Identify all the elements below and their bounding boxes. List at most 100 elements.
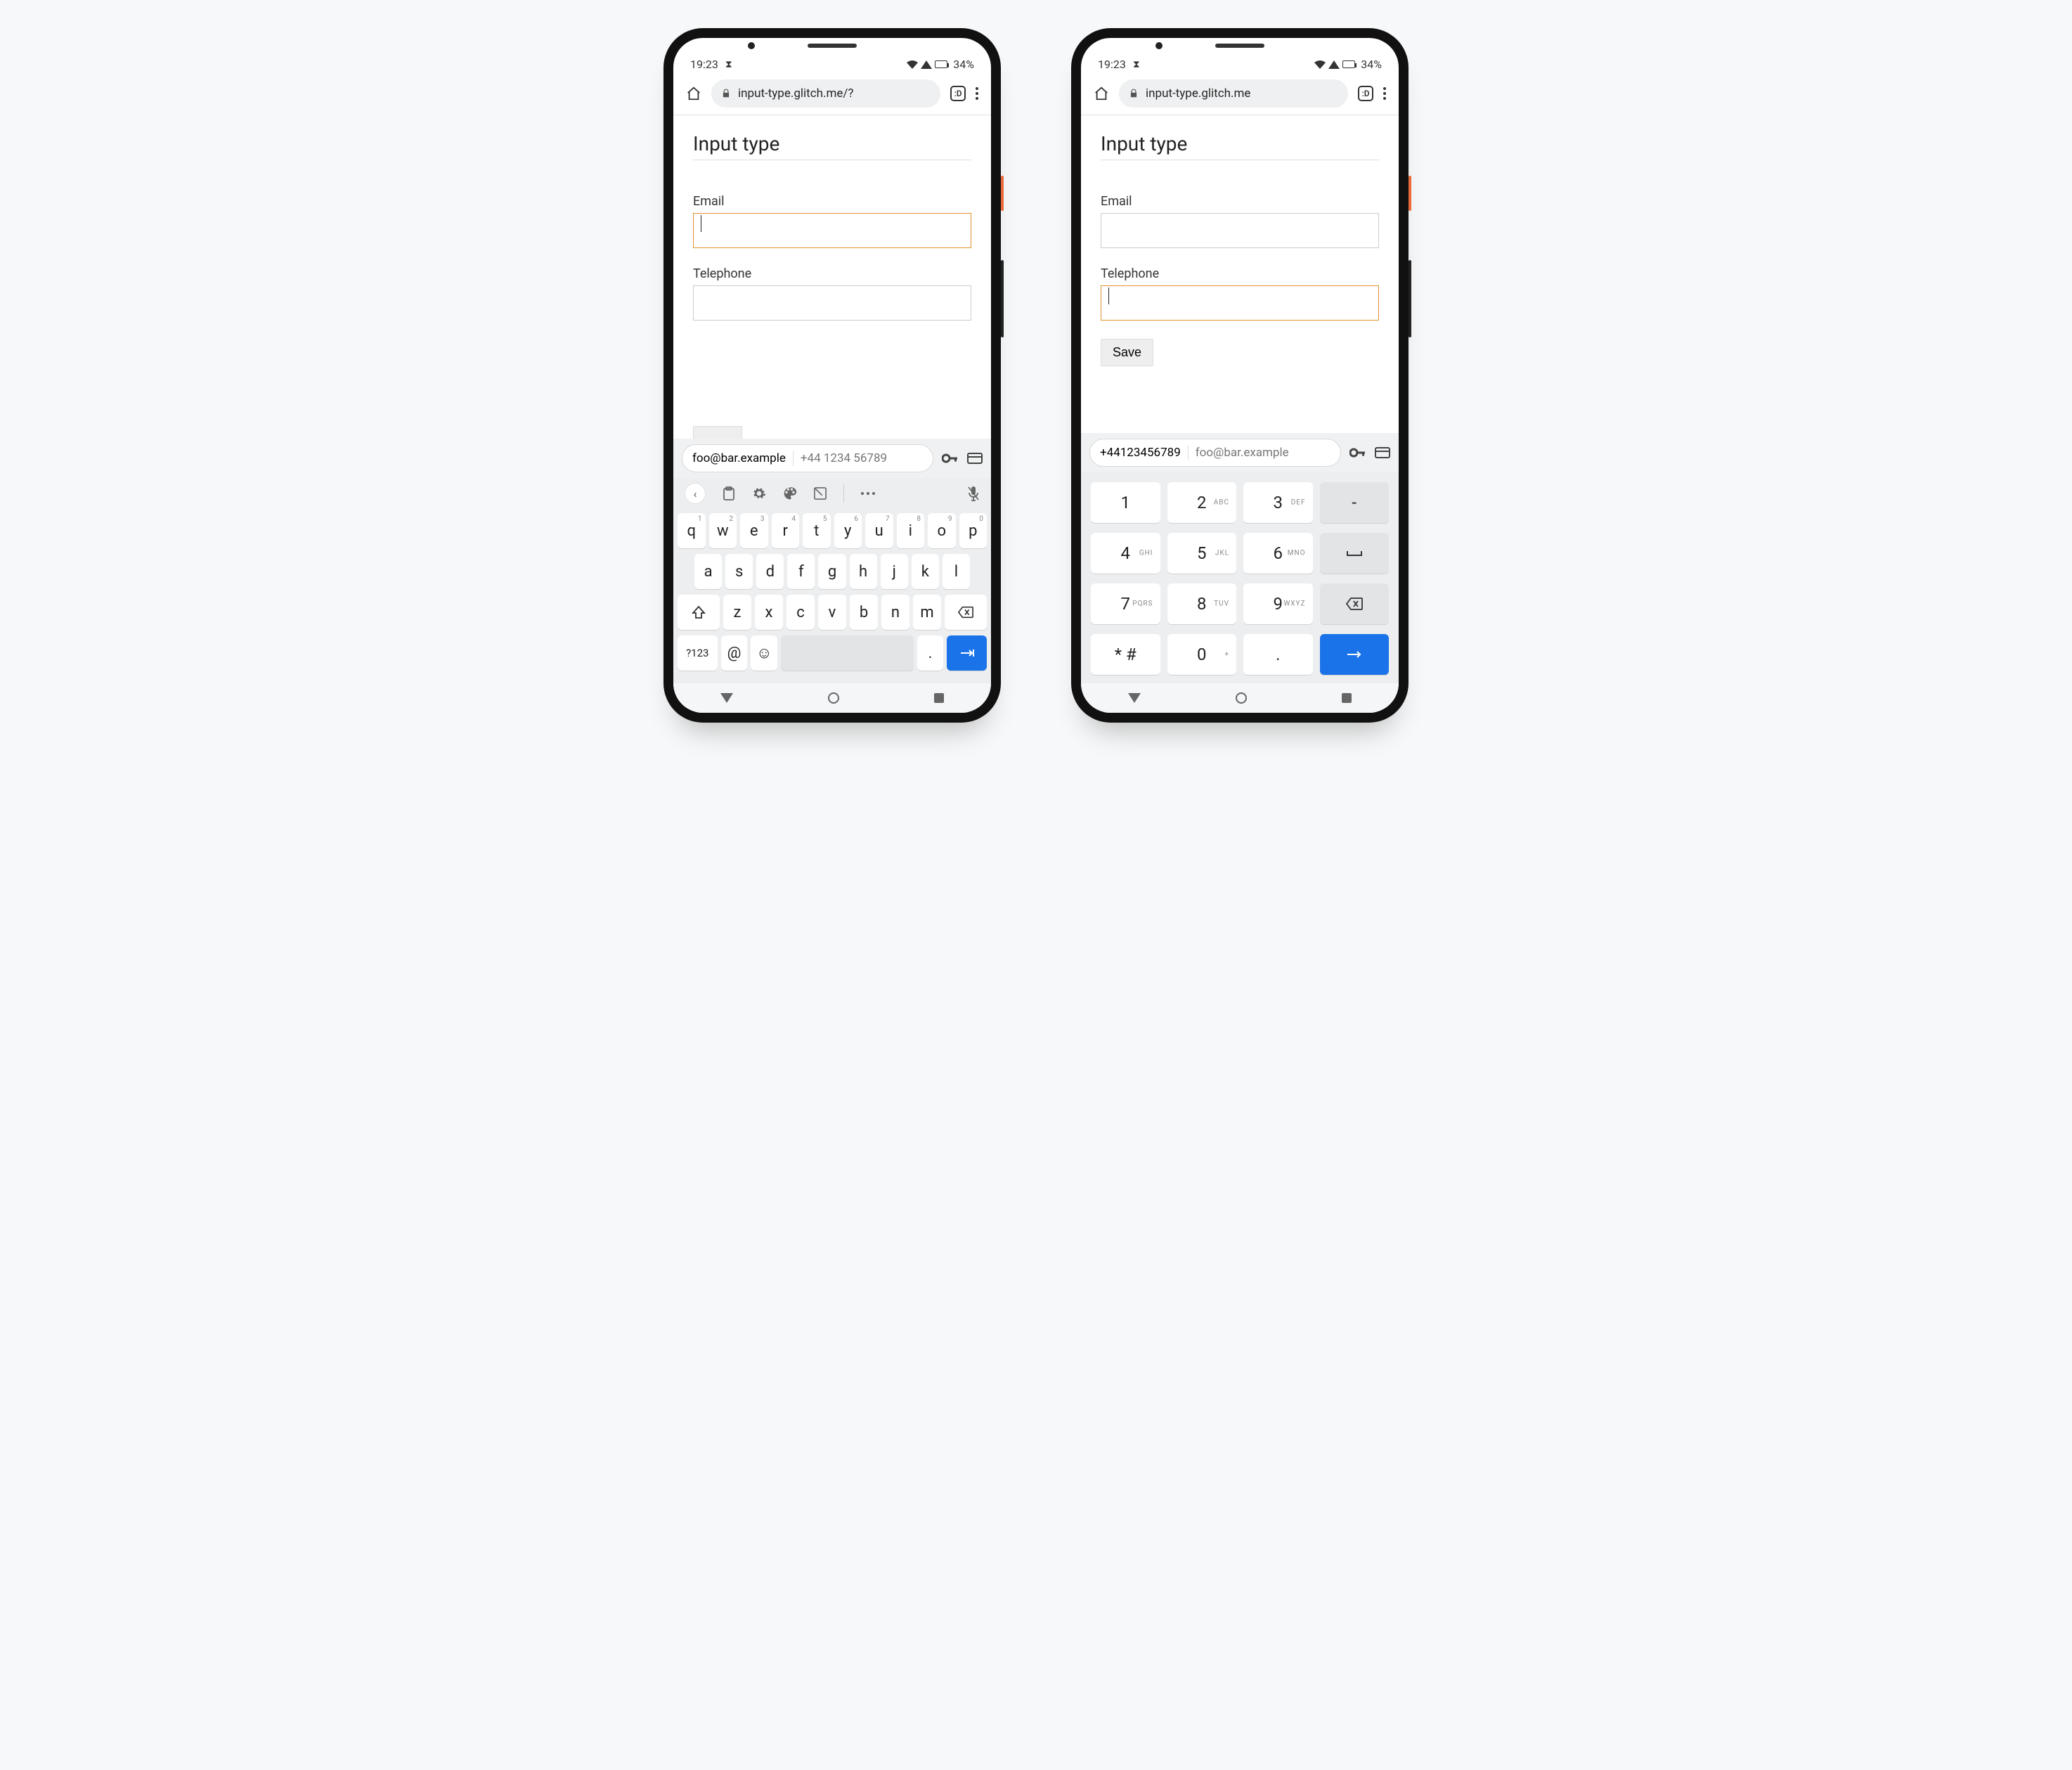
omnibox[interactable]: input-type.glitch.me/? xyxy=(711,79,940,108)
email-label: Email xyxy=(1101,194,1379,209)
status-bar: 19:23 ⧗ 34% xyxy=(673,38,991,75)
keyboard-back-icon[interactable]: ‹ xyxy=(685,483,706,504)
home-icon[interactable] xyxy=(1094,86,1109,101)
enter-key[interactable] xyxy=(1320,634,1390,675)
autofill-secondary: foo@bar.example xyxy=(1196,446,1289,460)
key-n[interactable]: n xyxy=(881,595,909,630)
key-8[interactable]: 8TUV xyxy=(1167,583,1237,624)
hourglass-icon: ⧗ xyxy=(1133,59,1140,70)
save-button[interactable]: Save xyxy=(1101,339,1153,366)
screen: 19:23 ⧗ 34% input- xyxy=(1081,38,1399,713)
period-key[interactable]: . xyxy=(917,635,944,671)
omnibox[interactable]: input-type.glitch.me xyxy=(1119,79,1348,108)
home-icon[interactable] xyxy=(686,86,701,101)
hourglass-icon: ⧗ xyxy=(725,59,732,70)
autofill-suggestion[interactable]: foo@bar.example +44 1234 56789 xyxy=(682,444,933,472)
battery-pct: 34% xyxy=(1361,58,1382,71)
key-o[interactable]: o9 xyxy=(928,513,956,548)
key-q[interactable]: q1 xyxy=(678,513,706,548)
key-9[interactable]: 9WXYZ xyxy=(1243,583,1313,624)
key-0[interactable]: 0+ xyxy=(1167,634,1237,675)
key-l[interactable]: l xyxy=(943,554,970,589)
key-c[interactable]: c xyxy=(786,595,815,630)
key-w[interactable]: w2 xyxy=(709,513,737,548)
key-r[interactable]: r4 xyxy=(772,513,800,548)
key-5[interactable]: 5JKL xyxy=(1167,533,1237,574)
shift-key[interactable] xyxy=(678,595,720,630)
key-f[interactable]: f xyxy=(787,554,815,589)
nav-back-icon[interactable] xyxy=(720,693,733,703)
palette-icon[interactable] xyxy=(783,486,797,500)
key-m[interactable]: m xyxy=(913,595,941,630)
key-7[interactable]: 7PQRS xyxy=(1091,583,1160,624)
key-g[interactable]: g xyxy=(818,554,846,589)
toolbar-separator xyxy=(843,484,844,503)
at-key[interactable]: @ xyxy=(721,635,748,671)
signal-icon xyxy=(1328,60,1340,69)
overflow-menu-icon[interactable] xyxy=(1383,87,1386,100)
gear-icon[interactable] xyxy=(752,486,766,500)
key-* #[interactable]: * # xyxy=(1091,634,1160,675)
tab-switcher-icon[interactable]: :D xyxy=(950,86,966,101)
backspace-key[interactable] xyxy=(1320,583,1390,624)
key-e[interactable]: e3 xyxy=(740,513,768,548)
key-s[interactable]: s xyxy=(725,554,753,589)
key-z[interactable]: z xyxy=(723,595,751,630)
key-row-4: ?123 @ ☺ . xyxy=(678,635,987,671)
symbols-key[interactable]: ?123 xyxy=(678,635,718,671)
payment-card-icon[interactable] xyxy=(967,453,983,464)
key-3[interactable]: 3DEF xyxy=(1243,482,1313,523)
nav-bar xyxy=(673,683,991,713)
mic-off-icon[interactable] xyxy=(967,486,980,501)
key-t[interactable]: t5 xyxy=(803,513,831,548)
overflow-menu-icon[interactable] xyxy=(976,87,978,100)
spacebar-key[interactable] xyxy=(781,635,914,671)
backspace-key[interactable] xyxy=(945,595,987,630)
screen: 19:23 ⧗ 34% input- xyxy=(673,38,991,713)
password-key-icon[interactable] xyxy=(942,453,959,464)
key-y[interactable]: y6 xyxy=(834,513,862,548)
textedit-icon[interactable] xyxy=(814,487,827,500)
key-d[interactable]: d xyxy=(756,554,784,589)
email-field[interactable] xyxy=(693,213,971,248)
telephone-field[interactable] xyxy=(1101,285,1379,321)
nav-recents-icon[interactable] xyxy=(934,693,944,703)
key-1[interactable]: 1 xyxy=(1091,482,1160,523)
nav-recents-icon[interactable] xyxy=(1342,693,1352,703)
key-j[interactable]: j xyxy=(881,554,908,589)
key-u[interactable]: u7 xyxy=(865,513,893,548)
autofill-primary: foo@bar.example xyxy=(692,451,786,465)
page-title: Input type xyxy=(1101,132,1379,160)
emoji-key[interactable]: ☺ xyxy=(751,635,777,671)
key-b[interactable]: b xyxy=(850,595,878,630)
key-4[interactable]: 4GHI xyxy=(1091,533,1160,574)
nav-home-icon[interactable] xyxy=(828,692,839,704)
payment-card-icon[interactable] xyxy=(1375,447,1390,458)
nav-back-icon[interactable] xyxy=(1128,693,1141,703)
autofill-suggestion[interactable]: +44123456789 foo@bar.example xyxy=(1089,439,1341,467)
key-k[interactable]: k xyxy=(912,554,939,589)
key-i[interactable]: i8 xyxy=(897,513,925,548)
more-icon[interactable] xyxy=(861,492,875,495)
key-row-2: asdfghjkl xyxy=(678,554,987,589)
key-6[interactable]: 6MNO xyxy=(1243,533,1313,574)
key-h[interactable]: h xyxy=(850,554,877,589)
key-row-3: zxcvbnm xyxy=(678,595,987,630)
key-a[interactable]: a xyxy=(694,554,722,589)
key-.[interactable]: . xyxy=(1243,634,1313,675)
space-key[interactable] xyxy=(1320,533,1390,574)
nav-home-icon[interactable] xyxy=(1236,692,1247,704)
page-title: Input type xyxy=(693,132,971,160)
tab-switcher-icon[interactable]: :D xyxy=(1358,86,1373,101)
email-field[interactable] xyxy=(1101,213,1379,248)
telephone-field[interactable] xyxy=(693,285,971,321)
key-2[interactable]: 2ABC xyxy=(1167,482,1237,523)
key-v[interactable]: v xyxy=(818,595,846,630)
clipboard-icon[interactable] xyxy=(723,486,735,500)
password-key-icon[interactable] xyxy=(1349,447,1366,458)
key--[interactable]: - xyxy=(1320,482,1390,523)
key-p[interactable]: p0 xyxy=(959,513,988,548)
enter-key[interactable] xyxy=(947,635,987,671)
key-x[interactable]: x xyxy=(755,595,783,630)
save-button-partial[interactable] xyxy=(693,426,742,439)
